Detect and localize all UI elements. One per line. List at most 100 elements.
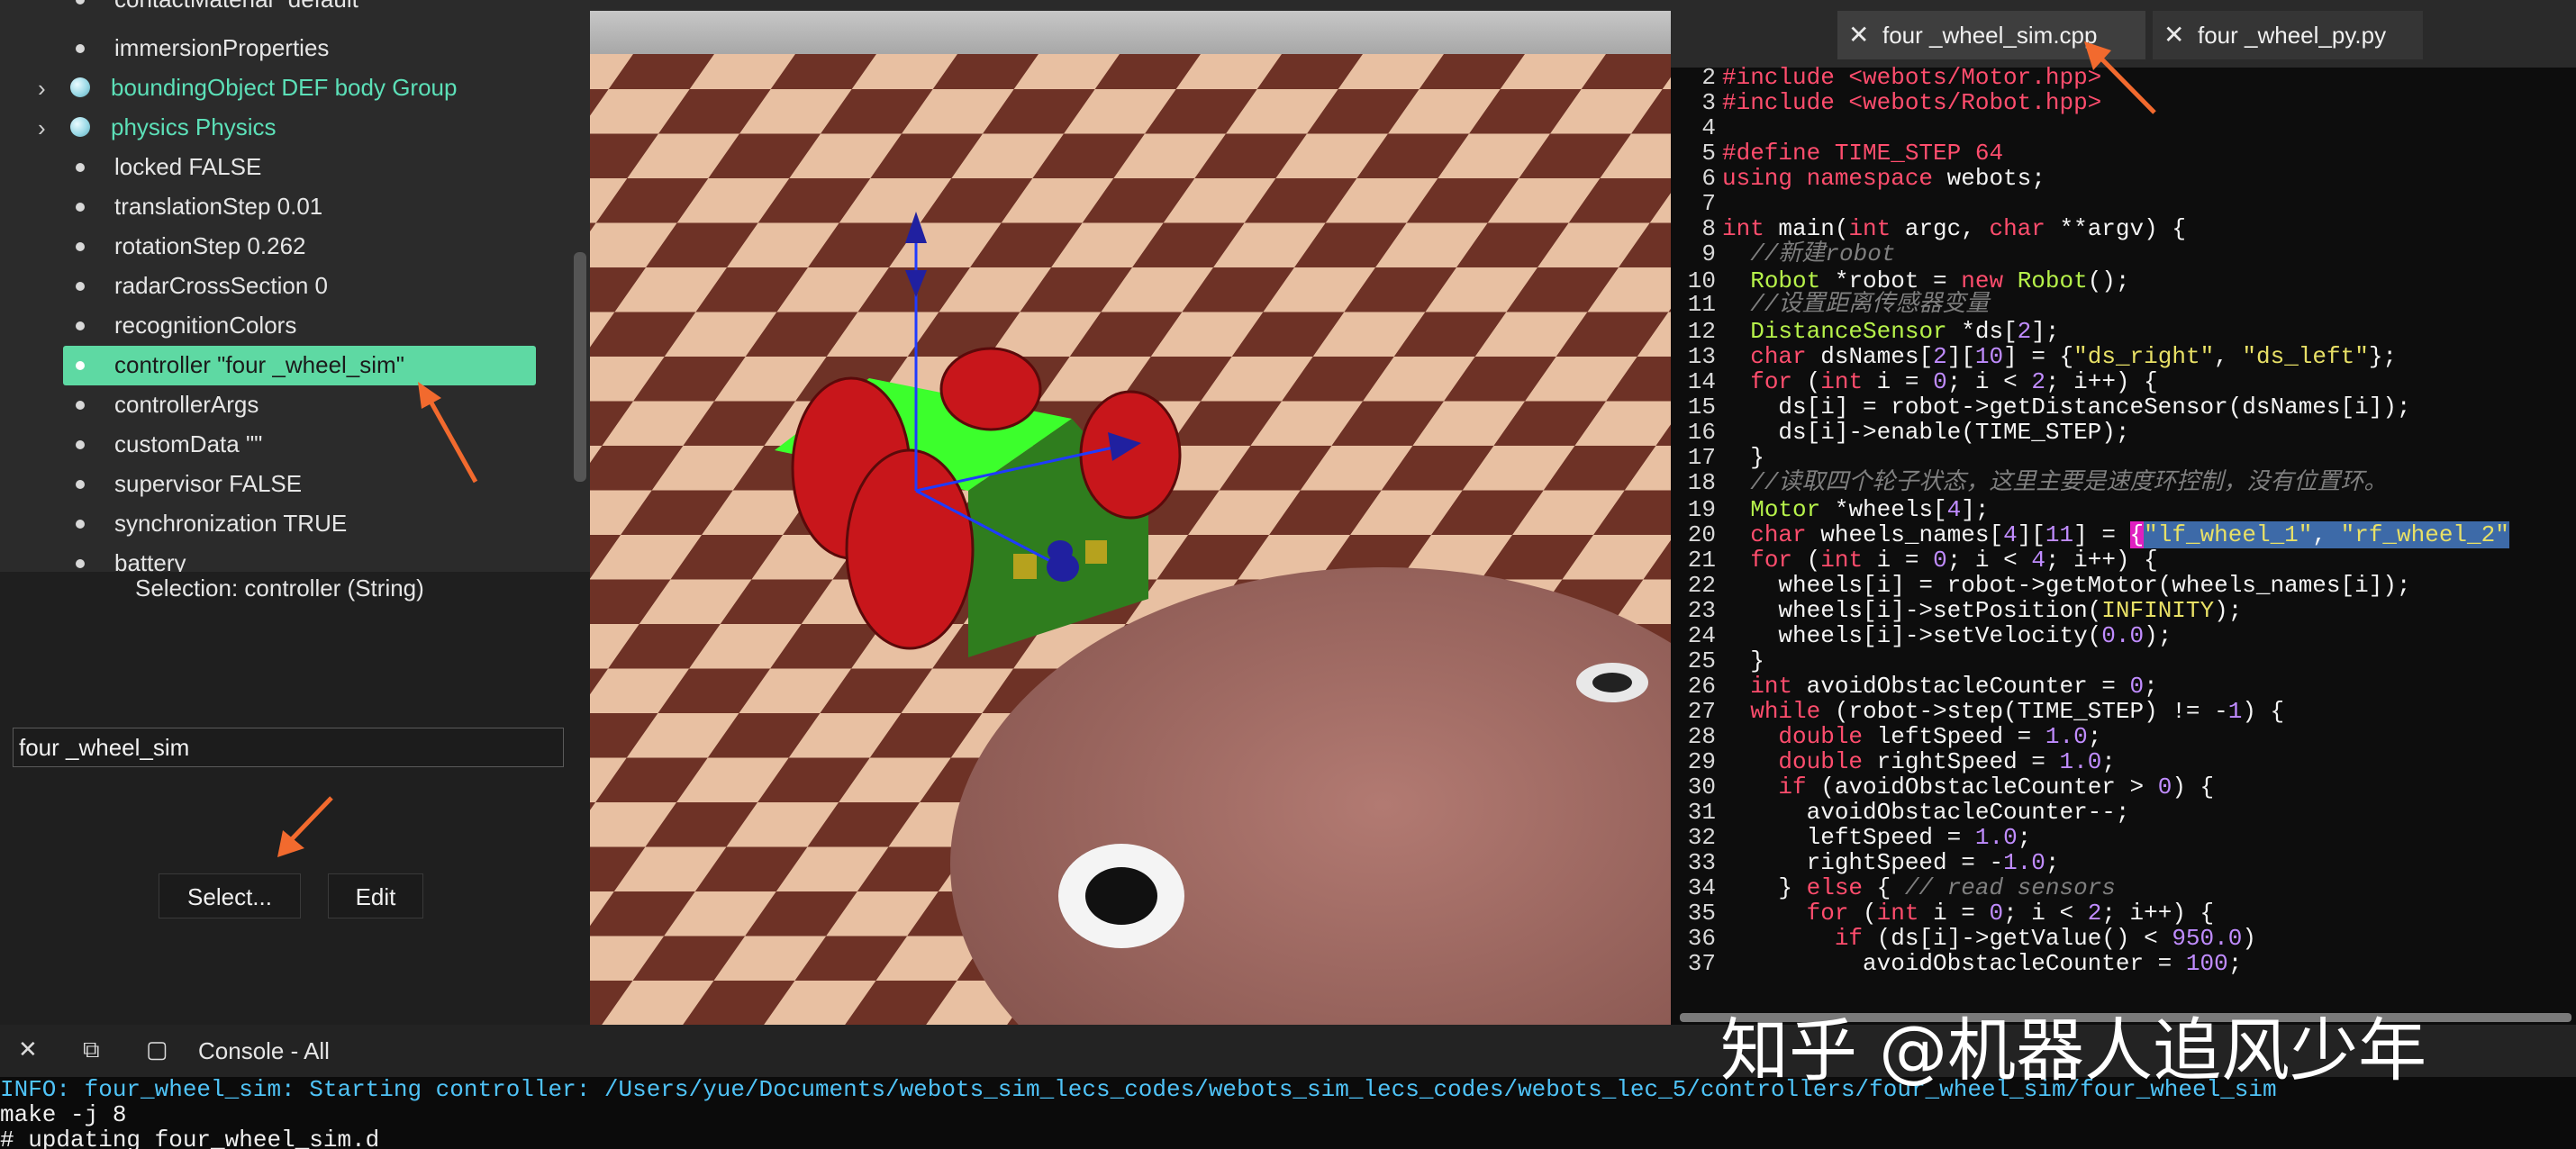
code-line: 35 for (int i = 0; i < 2; i++) { xyxy=(1687,900,2215,927)
code-line: 12 DistanceSensor *ds[2]; xyxy=(1687,318,2060,345)
code-area[interactable]: 2 #include <webots/Motor.hpp> 3 #include <… xyxy=(1671,63,2576,1022)
code-line: 18 //读取四个轮子状态，这里主要是速度环控制，没有位置环。 xyxy=(1687,469,2388,496)
tree-item-label: locked FALSE xyxy=(114,153,262,180)
code-editor[interactable]: ✕ four _wheel_sim.cpp ✕ four _wheel_py.p… xyxy=(1671,0,2576,1025)
code-line: 17 } xyxy=(1687,444,1764,471)
field-dot-icon xyxy=(76,440,85,449)
field-dot-icon xyxy=(76,480,85,489)
code-line: 5 #define TIME_STEP 64 xyxy=(1701,140,2004,167)
tree-item[interactable]: customData "" xyxy=(0,425,576,465)
tree-item[interactable]: immersionProperties xyxy=(0,29,576,68)
code-line: 20 char wheels_names[4][11] = {"lf_wheel… xyxy=(1687,521,2509,548)
select-button[interactable]: Select... xyxy=(159,873,301,918)
tree-item-controller[interactable]: controller "four _wheel_sim" xyxy=(0,346,576,385)
code-line: 7 xyxy=(1701,190,1716,217)
node-sphere-icon xyxy=(70,77,90,97)
tab-four-wheel-py-py[interactable]: ✕ four _wheel_py.py xyxy=(2153,11,2423,59)
tree-item-label: physics Physics xyxy=(111,113,277,140)
console-title: Console - All xyxy=(198,1037,330,1064)
code-line: 30 if (avoidObstacleCounter > 0) { xyxy=(1687,774,2215,801)
tree-item-label: customData "" xyxy=(114,430,263,457)
close-icon[interactable]: ✕ xyxy=(2163,11,2184,59)
field-dot-icon xyxy=(76,203,85,212)
code-line: 22 wheels[i] = robot->getMotor(wheels_na… xyxy=(1687,572,2411,599)
tab-four-wheel-sim-cpp[interactable]: ✕ four _wheel_sim.cpp xyxy=(1837,11,2145,59)
tree-item-label: controllerArgs xyxy=(114,391,259,418)
tab-label: four _wheel_py.py xyxy=(2198,22,2387,49)
code-line: 25 } xyxy=(1687,647,1764,674)
tree-item[interactable]: controllerArgs xyxy=(0,385,576,425)
close-icon[interactable]: ✕ xyxy=(18,1036,38,1063)
tab-label: four _wheel_sim.cpp xyxy=(1882,22,2098,49)
code-line: 11 //设置距离传感器变量 xyxy=(1687,291,1990,318)
field-dot-icon xyxy=(76,44,85,53)
tree-item-label: contactMaterial "default" xyxy=(114,0,367,14)
field-dot-icon xyxy=(76,559,85,568)
code-line: 28 double leftSpeed = 1.0; xyxy=(1687,723,2102,750)
tree-item[interactable]: supervisor FALSE xyxy=(0,465,576,504)
3d-viewport[interactable] xyxy=(590,0,1671,1025)
tree-item-label: boundingObject DEF body Group xyxy=(111,74,458,101)
code-line: 2 #include <webots/Motor.hpp> xyxy=(1701,64,2102,91)
tree-item[interactable]: rotationStep 0.262 xyxy=(0,227,576,267)
editor-tab-bar: ✕ four _wheel_sim.cpp ✕ four _wheel_py.p… xyxy=(1671,0,2576,68)
tree-item-label: controller "four _wheel_sim" xyxy=(114,351,404,378)
tree-item-label: recognitionColors xyxy=(114,312,297,339)
code-line: 27 while (robot->step(TIME_STEP) != -1) … xyxy=(1687,698,2285,725)
field-dot-icon xyxy=(76,282,85,291)
watermark: 知乎 @机器人追风少年 xyxy=(1720,1010,2427,1090)
scene-tree: contactMaterial "default" immersionPrope… xyxy=(0,0,576,572)
code-line: 31 avoidObstacleCounter--; xyxy=(1687,799,2130,826)
code-line: 33 rightSpeed = -1.0; xyxy=(1687,849,2060,876)
field-value-input[interactable] xyxy=(13,728,564,767)
code-line: 26 int avoidObstacleCounter = 0; xyxy=(1687,673,2158,700)
undock-icon[interactable]: ⧉ xyxy=(83,1036,100,1064)
field-dot-icon xyxy=(76,321,85,330)
code-line: 16 ds[i]->enable(TIME_STEP); xyxy=(1687,419,2130,446)
tree-item-label: radarCrossSection 0 xyxy=(114,272,328,299)
console-line: make -j 8 xyxy=(0,1101,127,1128)
annotation-arrow-icon xyxy=(277,796,333,857)
code-line: 15 ds[i] = robot->getDistanceSensor(dsNa… xyxy=(1687,394,2411,421)
code-line: 13 char dsNames[2][10] = {"ds_right", "d… xyxy=(1687,343,2398,370)
tree-item[interactable]: battery xyxy=(0,544,576,572)
tree-item[interactable]: radarCrossSection 0 xyxy=(0,267,576,306)
tree-item-label: immersionProperties xyxy=(114,34,330,61)
code-line: 37 avoidObstacleCounter = 100; xyxy=(1687,950,2243,977)
tree-item-physics[interactable]: › physics Physics xyxy=(0,108,576,148)
tree-item[interactable]: synchronization TRUE xyxy=(0,504,576,544)
field-dot-icon xyxy=(76,401,85,410)
tree-item-label: synchronization TRUE xyxy=(114,510,348,537)
tree-item-label: supervisor FALSE xyxy=(114,470,303,497)
code-line: 8 int main(int argc, char **argv) { xyxy=(1701,215,2186,242)
code-line: 24 wheels[i]->setVelocity(0.0); xyxy=(1687,622,2172,649)
field-dot-icon xyxy=(76,520,85,529)
maximize-icon[interactable]: ▢ xyxy=(146,1036,168,1063)
edit-button[interactable]: Edit xyxy=(328,873,423,918)
tree-item[interactable]: translationStep 0.01 xyxy=(0,187,576,227)
selection-status: Selection: controller (String) xyxy=(135,574,424,602)
tree-item-bounding-object[interactable]: › boundingObject DEF body Group xyxy=(0,68,576,108)
close-icon[interactable]: ✕ xyxy=(1848,11,1869,59)
tree-item[interactable]: recognitionColors xyxy=(0,306,576,346)
code-line: 3 #include <webots/Robot.hpp> xyxy=(1701,89,2102,116)
tree-scrollbar[interactable] xyxy=(574,252,586,482)
scene-tree-panel: contactMaterial "default" immersionPrope… xyxy=(0,0,590,572)
code-line: 36 if (ds[i]->getValue() < 950.0) xyxy=(1687,925,2256,952)
tree-item[interactable]: locked FALSE xyxy=(0,148,576,187)
tree-item[interactable]: contactMaterial "default" xyxy=(0,0,576,20)
code-line: 32 leftSpeed = 1.0; xyxy=(1687,824,2032,851)
node-sphere-icon xyxy=(70,117,90,137)
viewport-toolbar xyxy=(590,0,1671,11)
code-line: 6 using namespace webots; xyxy=(1701,165,2045,192)
code-line: 21 for (int i = 0; i < 4; i++) { xyxy=(1687,547,2158,574)
code-line: 29 double rightSpeed = 1.0; xyxy=(1687,748,2116,775)
code-line: 4 xyxy=(1701,114,1716,141)
field-dot-icon xyxy=(76,242,85,251)
field-dot-icon xyxy=(76,361,85,370)
field-dot-icon xyxy=(76,0,85,5)
chevron-right-icon[interactable]: › xyxy=(38,115,46,140)
field-dot-icon xyxy=(76,163,85,172)
console-line: # updating four_wheel_sim.d xyxy=(0,1126,380,1149)
chevron-right-icon[interactable]: › xyxy=(38,76,46,101)
